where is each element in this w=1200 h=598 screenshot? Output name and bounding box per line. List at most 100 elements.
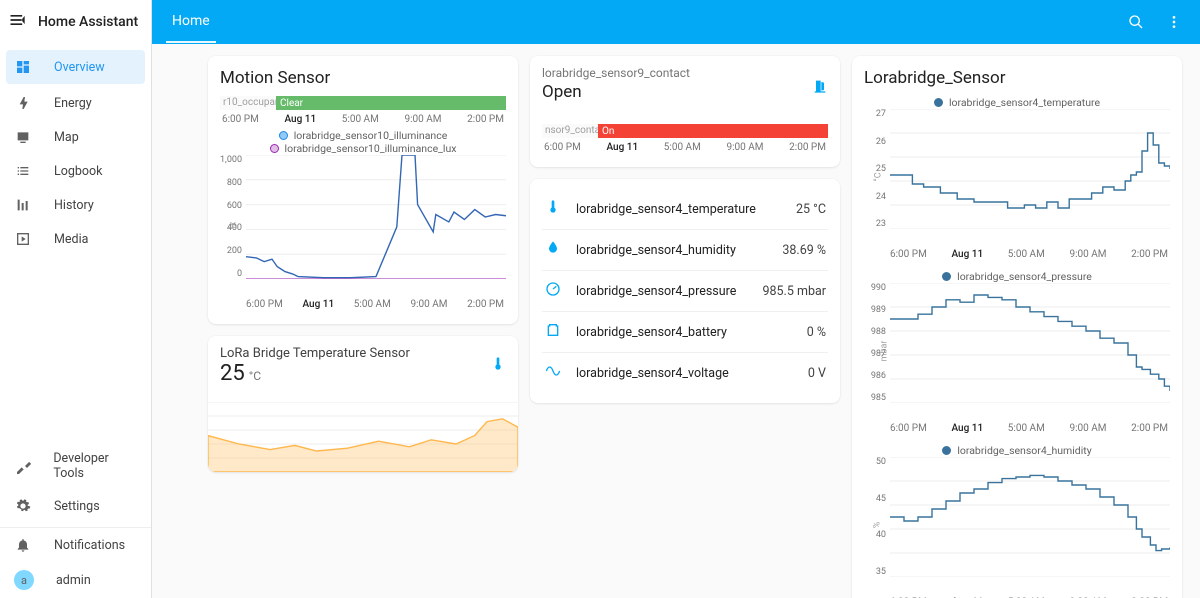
temperature-chart: 27 26 25 24 23 °C xyxy=(864,109,1170,245)
tab-home[interactable]: Home xyxy=(166,1,216,43)
entity-value: 0 V xyxy=(808,366,826,381)
sidebar-item-settings[interactable]: Settings xyxy=(0,489,151,523)
dashboard: Motion Sensor r10_occupancy Clear 6:00 P… xyxy=(152,44,1200,598)
sensor4-history-card[interactable]: Lorabridge_Sensor lorabridge_sensor4_tem… xyxy=(852,56,1182,598)
main: Home Motion Sensor r10_occupancy Clear 6… xyxy=(152,0,1200,598)
play-icon xyxy=(14,230,32,248)
gauge-icon xyxy=(544,281,562,301)
sidebar: Home Assistant Overview Energy Map Logbo… xyxy=(0,0,152,598)
humidity-chart: 50 45 40 35 % xyxy=(864,457,1170,593)
entity-value: 985.5 mbar xyxy=(762,284,826,299)
legend: lorabridge_sensor4_temperature xyxy=(864,96,1170,109)
sidebar-item-notifications[interactable]: Notifications xyxy=(0,527,151,562)
brand: Home Assistant xyxy=(0,0,151,44)
battery-icon xyxy=(544,322,562,342)
legend-dot-icon xyxy=(942,446,951,455)
card-title: Open xyxy=(542,82,690,102)
statebar-label: r10_occupancy xyxy=(220,96,276,110)
entity-name: lorabridge_sensor4_battery xyxy=(576,325,793,340)
sidebar-item-label: Media xyxy=(54,232,88,247)
time-axis: 6:00 PM Aug 11 5:00 AM 9:00 AM 2:00 PM xyxy=(220,295,506,314)
more-icon[interactable] xyxy=(1162,10,1186,34)
map-icon xyxy=(14,128,32,146)
legend-dot-icon xyxy=(270,144,279,153)
list-icon xyxy=(14,162,32,180)
time-axis: 6:00 PM Aug 11 5:00 AM 9:00 AM 2:00 PM xyxy=(542,138,828,157)
sidebar-item-label: Logbook xyxy=(54,164,103,179)
entity-row[interactable]: lorabridge_sensor4_pressure 985.5 mbar xyxy=(542,270,828,311)
time-axis: 6:00 PMAug 115:00 AM9:00 AM2:00 PM xyxy=(864,593,1170,598)
app-title: Home Assistant xyxy=(38,14,138,30)
time-axis: 6:00 PMAug 115:00 AM9:00 AM2:00 PM xyxy=(864,245,1170,264)
statebar-value: On xyxy=(598,124,828,138)
card-title: LoRa Bridge Temperature Sensor xyxy=(220,346,410,361)
occupancy-statebar: r10_occupancy Clear xyxy=(220,96,506,110)
temperature-card[interactable]: LoRa Bridge Temperature Sensor 25°C xyxy=(208,336,518,472)
door-open-icon xyxy=(812,78,828,98)
sidebar-item-label: admin xyxy=(56,573,91,588)
card-subtitle: lorabridge_sensor9_contact xyxy=(542,66,690,80)
avatar: a xyxy=(14,570,34,590)
sidebar-item-label: Overview xyxy=(54,60,105,75)
legend-dot-icon xyxy=(279,131,288,140)
statebar-label: nsor9_contact xyxy=(542,124,598,138)
sidebar-item-map[interactable]: Map xyxy=(0,120,151,154)
chart-icon xyxy=(14,196,32,214)
dashboard-icon xyxy=(14,58,32,76)
sidebar-item-label: Developer Tools xyxy=(53,451,139,481)
contact-sensor-card[interactable]: lorabridge_sensor9_contact Open nsor9_co… xyxy=(530,56,840,167)
water-icon xyxy=(544,240,562,260)
sidebar-item-media[interactable]: Media xyxy=(0,222,151,256)
card-title: Motion Sensor xyxy=(220,68,506,88)
temperature-sparkline xyxy=(208,402,518,472)
entity-row[interactable]: lorabridge_sensor4_temperature 25 °C xyxy=(542,189,828,229)
legend: lorabridge_sensor10_illuminance_lux xyxy=(220,142,506,155)
sensor4-entities-card: lorabridge_sensor4_temperature 25 °C lor… xyxy=(530,179,840,403)
legend: lorabridge_sensor10_illuminance xyxy=(220,129,506,142)
sidebar-item-overview[interactable]: Overview xyxy=(6,50,145,84)
illuminance-chart: 1,000 800 600 400 200 0 lx xyxy=(220,155,506,295)
search-icon[interactable] xyxy=(1124,10,1148,34)
primary-nav: Overview Energy Map Logbook History Medi… xyxy=(0,44,151,443)
bell-icon xyxy=(14,536,32,554)
entity-name: lorabridge_sensor4_voltage xyxy=(576,366,794,381)
sidebar-item-label: Settings xyxy=(54,499,100,514)
legend: lorabridge_sensor4_humidity xyxy=(864,444,1170,457)
bolt-icon xyxy=(14,94,32,112)
legend-dot-icon xyxy=(934,98,943,107)
legend: lorabridge_sensor4_pressure xyxy=(864,270,1170,283)
sidebar-item-label: History xyxy=(54,198,94,213)
statebar-value: Clear xyxy=(276,96,506,110)
sine-icon xyxy=(544,363,562,383)
time-axis: 6:00 PMAug 115:00 AM9:00 AM2:00 PM xyxy=(864,419,1170,438)
sidebar-item-label: Notifications xyxy=(54,538,125,553)
sidebar-item-devtools[interactable]: Developer Tools xyxy=(0,443,151,489)
entity-row[interactable]: lorabridge_sensor4_humidity 38.69 % xyxy=(542,229,828,270)
legend-dot-icon xyxy=(942,272,951,281)
sidebar-item-history[interactable]: History xyxy=(0,188,151,222)
time-axis: 6:00 PM Aug 11 5:00 AM 9:00 AM 2:00 PM xyxy=(220,110,506,129)
sidebar-item-user[interactable]: a admin xyxy=(0,562,151,598)
entity-row[interactable]: lorabridge_sensor4_voltage 0 V xyxy=(542,352,828,393)
contact-statebar: nsor9_contact On xyxy=(542,124,828,138)
pressure-chart: 990 989 988 987 986 985 mbar xyxy=(864,283,1170,419)
entity-name: lorabridge_sensor4_temperature xyxy=(576,202,782,217)
thermometer-icon xyxy=(544,199,562,219)
entity-row[interactable]: lorabridge_sensor4_battery 0 % xyxy=(542,311,828,352)
entity-name: lorabridge_sensor4_pressure xyxy=(576,284,748,299)
sidebar-item-energy[interactable]: Energy xyxy=(0,86,151,120)
entity-name: lorabridge_sensor4_humidity xyxy=(576,243,768,258)
thermometer-icon xyxy=(490,356,506,376)
entity-value: 25 °C xyxy=(796,202,826,217)
motion-sensor-card[interactable]: Motion Sensor r10_occupancy Clear 6:00 P… xyxy=(208,56,518,324)
wrench-icon xyxy=(14,457,31,475)
entity-value: 38.69 % xyxy=(782,243,826,258)
menu-collapse-icon[interactable] xyxy=(8,10,28,34)
card-title: Lorabridge_Sensor xyxy=(864,68,1170,88)
topbar: Home xyxy=(152,0,1200,44)
gear-icon xyxy=(14,497,32,515)
sidebar-item-logbook[interactable]: Logbook xyxy=(0,154,151,188)
sidebar-item-label: Map xyxy=(54,130,79,145)
temperature-value: 25°C xyxy=(220,361,410,386)
sidebar-item-label: Energy xyxy=(54,96,92,111)
